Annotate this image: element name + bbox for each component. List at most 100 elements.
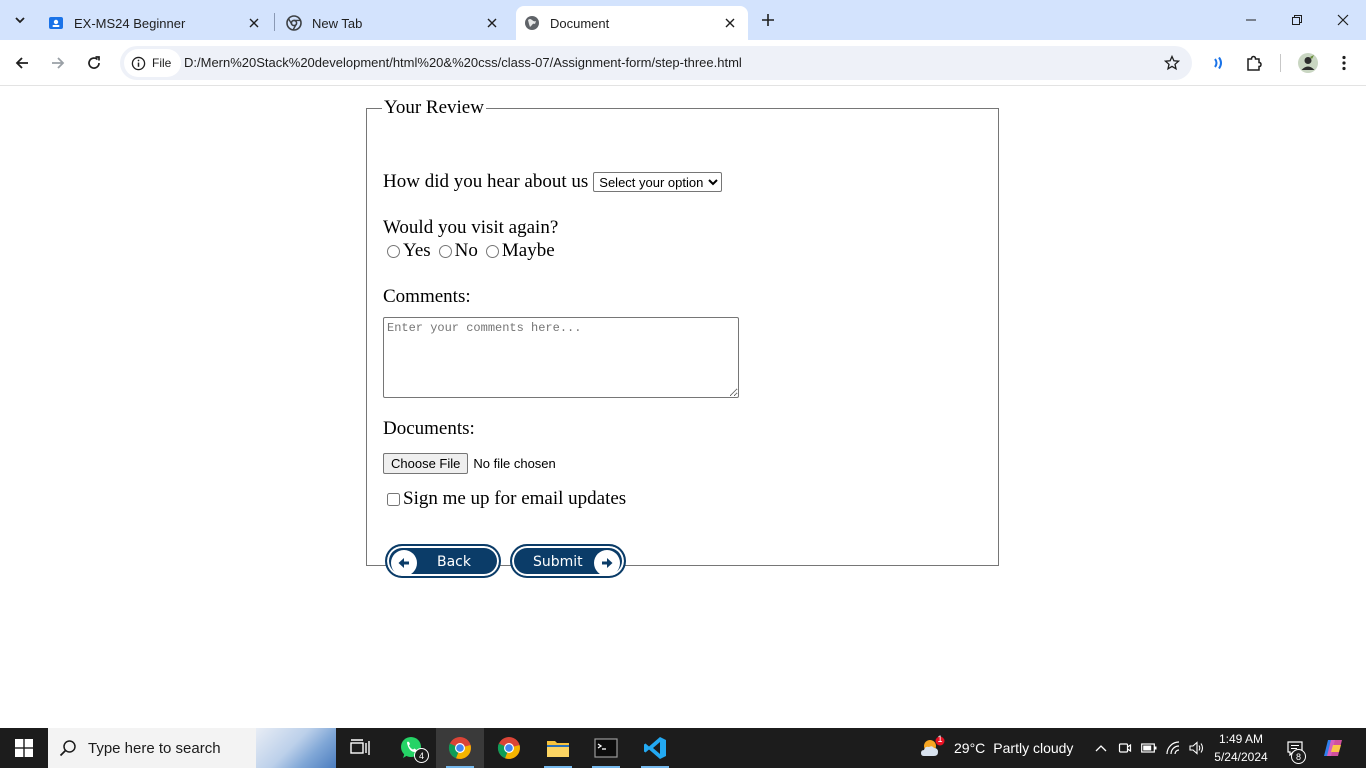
chrome-icon [497,737,520,759]
taskbar-clock[interactable]: 1:49 AM 5/24/2024 [1208,730,1274,766]
partly-cloudy-icon: 1 [918,734,946,760]
visit-question-label: Would you visit again? [383,217,559,238]
close-tab-icon[interactable] [484,15,500,31]
clock-date: 5/24/2024 [1214,750,1268,764]
tab-title: Document [550,15,610,31]
site-info-chip[interactable]: File [124,49,182,77]
tab-separator [274,13,275,31]
meet-now-tray[interactable] [1114,728,1136,768]
sound-waves-icon [1214,56,1222,70]
terminal-icon [594,738,618,758]
visit-radio-yes[interactable] [387,244,400,258]
more-vertical-icon [1342,55,1346,71]
back-nav-button[interactable] [6,47,38,79]
visit-option-label: Yes [403,240,431,261]
visit-option-yes[interactable]: Yes [383,240,431,262]
plus-icon [762,14,774,26]
classroom-icon [48,15,64,31]
file-input[interactable]: Choose File No file chosen [383,453,556,474]
whatsapp-unread-badge: 4 [414,748,429,763]
start-button[interactable] [0,728,48,768]
avatar-icon [1298,53,1318,73]
reload-icon [88,56,100,69]
browser-menu-button[interactable] [1328,47,1360,79]
taskbar-chrome-active[interactable] [436,728,484,768]
show-hidden-icons-button[interactable] [1092,728,1110,768]
weather-temperature: 29°C [954,740,986,756]
info-icon [130,55,146,71]
source-select[interactable]: Select your option [593,172,723,192]
extensions-button[interactable] [1238,47,1270,79]
tab-search-button[interactable] [6,6,34,34]
comments-textarea[interactable] [383,317,739,398]
toolbar-separator [1280,54,1281,72]
tab-new-tab[interactable]: New Tab [278,6,510,40]
site-info-label: File [152,56,172,70]
close-window-button[interactable] [1320,0,1366,40]
tab-ex-ms24[interactable]: EX-MS24 Beginner [40,6,272,40]
chrome-icon [286,15,302,31]
windows-logo-icon [15,739,33,757]
restore-button[interactable] [1274,0,1320,40]
folder-icon [547,741,569,757]
weather-widget[interactable]: 1 29°C Partly cloudy [918,728,1073,768]
submit-button[interactable]: Submit [510,544,626,578]
task-view-button[interactable] [336,728,384,768]
arrow-right-icon [52,57,65,69]
source-question-row: How did you hear about us Select your op… [383,171,723,193]
volume-tray[interactable] [1186,728,1208,768]
notification-center-button[interactable]: 8 [1282,728,1308,768]
copilot-button[interactable] [1318,728,1348,768]
documents-label: Documents: [383,418,475,439]
close-icon [1337,14,1349,26]
camera-icon [1118,743,1132,753]
taskbar-vscode[interactable] [631,728,679,768]
wifi-icon [1166,741,1180,755]
task-view-icon [350,739,370,755]
reload-button[interactable] [78,47,110,79]
visit-option-label: No [454,240,478,261]
chevron-up-icon [1095,745,1107,752]
battery-icon [1141,743,1157,753]
tab-title: EX-MS24 Beginner [74,15,186,31]
back-button[interactable]: Back [385,544,501,578]
url-text[interactable]: D:/Mern%20Stack%20development/html%20&%2… [184,55,742,70]
browser-toolbar: File D:/Mern%20Stack%20development/html%… [0,40,1366,86]
taskbar-search-box[interactable]: Type here to search [48,728,336,768]
choose-file-button[interactable]: Choose File [383,453,469,474]
tab-document[interactable]: Document [516,6,748,40]
profile-avatar[interactable] [1292,47,1324,79]
taskbar-chrome-profile[interactable] [485,728,533,768]
search-placeholder: Type here to search [88,739,221,757]
windows-taskbar: Type here to search 4 1 29°C Partly clou… [0,728,1366,768]
newsletter-option[interactable]: Sign me up for email updates [383,488,626,510]
browser-tab-strip: EX-MS24 Beginner New Tab Document [0,0,1366,40]
tab-title: New Tab [312,15,363,31]
address-bar[interactable]: File D:/Mern%20Stack%20development/html%… [120,46,1192,80]
restore-icon [1292,15,1302,25]
wifi-tray[interactable] [1162,728,1184,768]
visit-radio-maybe[interactable] [485,244,499,258]
taskbar-whatsapp[interactable]: 4 [387,728,435,768]
visit-radio-group: Yes No Maybe [383,240,559,262]
taskbar-terminal[interactable] [582,728,630,768]
taskbar-file-explorer[interactable] [534,728,582,768]
visit-option-no[interactable]: No [435,240,478,262]
file-status-text: No file chosen [473,456,556,471]
minimize-button[interactable] [1228,0,1274,40]
new-tab-button[interactable] [756,8,780,32]
vscode-icon [644,737,666,759]
weather-alert-badge: 1 [937,734,943,744]
newsletter-checkbox[interactable] [387,492,400,506]
visit-option-maybe[interactable]: Maybe [482,240,555,262]
battery-tray[interactable] [1138,728,1160,768]
search-icon [48,739,88,757]
close-tab-icon[interactable] [722,15,738,31]
visit-radio-no[interactable] [438,244,452,258]
close-tab-icon[interactable] [246,15,262,31]
notification-count-badge: 8 [1291,749,1306,764]
forward-nav-button[interactable] [42,47,74,79]
chrome-icon [448,737,471,759]
read-aloud-extension-button[interactable] [1202,47,1234,79]
bookmark-button[interactable] [1160,51,1184,75]
